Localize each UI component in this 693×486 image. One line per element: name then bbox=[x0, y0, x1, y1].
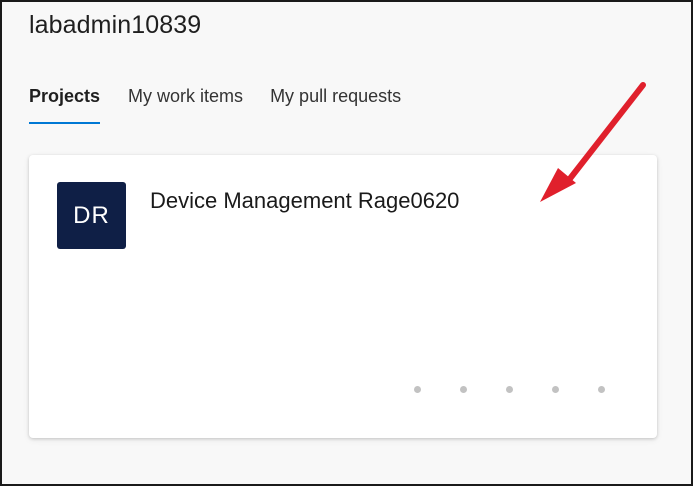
project-avatar-initials: DR bbox=[73, 201, 110, 229]
pager-dot[interactable] bbox=[552, 386, 559, 393]
pager-dot[interactable] bbox=[414, 386, 421, 393]
project-avatar: DR bbox=[57, 182, 126, 249]
pager-dot[interactable] bbox=[598, 386, 605, 393]
username-heading: labadmin10839 bbox=[29, 11, 202, 39]
card-pager-dots bbox=[414, 386, 605, 393]
tab-projects[interactable]: Projects bbox=[29, 86, 101, 124]
project-name-link[interactable]: Device Management Rage0620 bbox=[150, 188, 459, 214]
screenshot-frame: labadmin10839 Projects My work items My … bbox=[0, 0, 693, 486]
tab-my-work-items[interactable]: My work items bbox=[128, 86, 243, 124]
pager-dot[interactable] bbox=[506, 386, 513, 393]
tab-my-pull-requests[interactable]: My pull requests bbox=[270, 86, 401, 124]
tab-bar: Projects My work items My pull requests bbox=[29, 86, 429, 124]
pager-dot[interactable] bbox=[460, 386, 467, 393]
project-card[interactable]: DR Device Management Rage0620 bbox=[29, 155, 657, 438]
